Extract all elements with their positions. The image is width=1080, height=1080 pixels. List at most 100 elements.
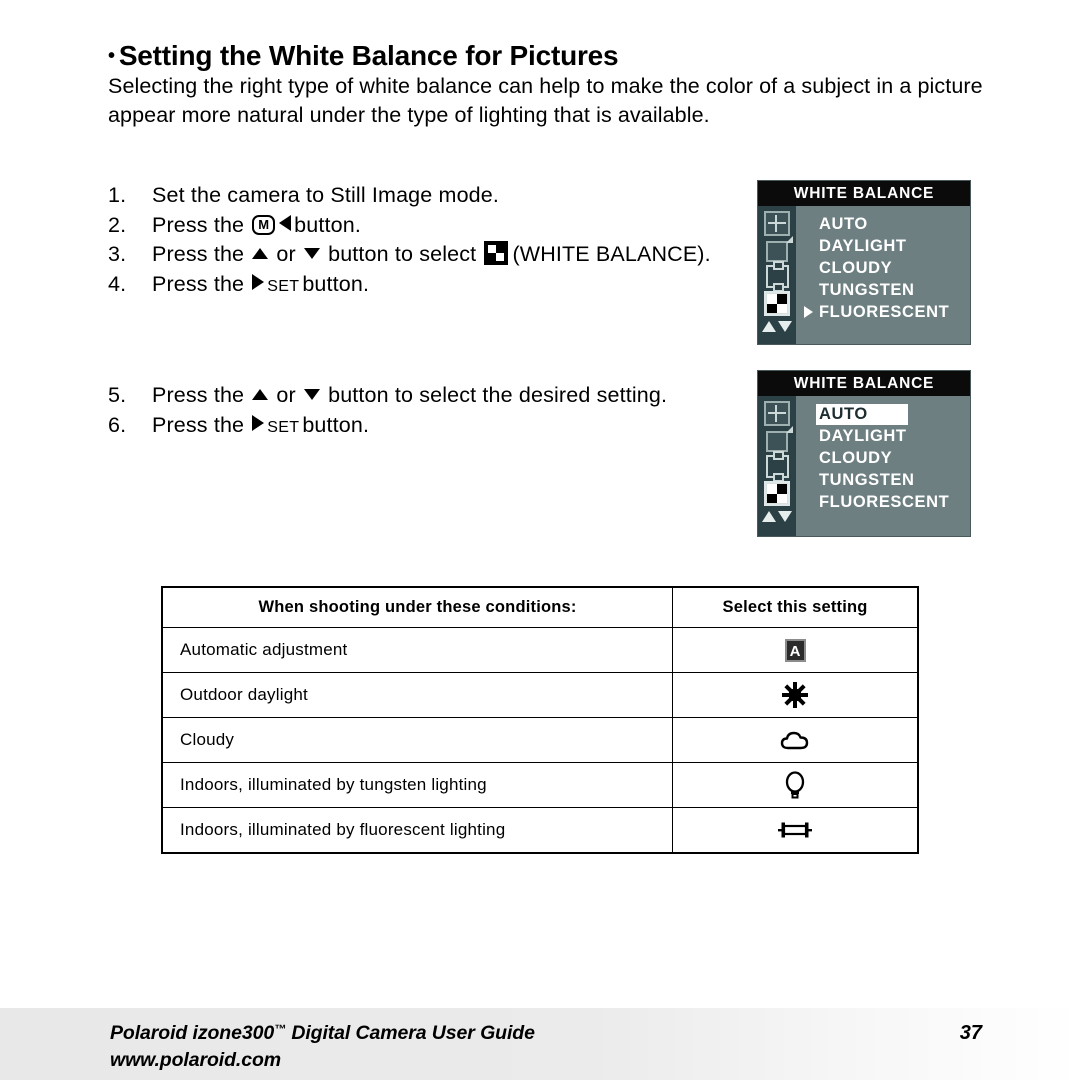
lcd-option-label: AUTO [816,403,908,425]
lcd-option-daylight[interactable]: DAYLIGHT [796,425,970,447]
lcd-option-auto[interactable]: AUTO [796,213,970,235]
table-row: Indoors, illuminated by fluorescent ligh… [161,807,919,854]
step-number: 6. [108,412,127,437]
footer-product-line: Polaroid izone300™ Digital Camera User G… [110,1022,535,1045]
step-item: 1. Set the camera to Still Image mode. [108,181,748,210]
step-number: 3. [108,242,127,266]
step-text: (WHITE BALANCE). [512,242,711,266]
lcd-option-label: DAYLIGHT [819,236,907,255]
lcd-body: AUTO DAYLIGHT CLOUDY TUNGSTEN FLUORESCENT [758,396,970,536]
document-page: • Setting the White Balance for Pictures … [0,0,1080,1080]
step-number: 5. [108,383,127,407]
lcd-option-label: CLOUDY [819,258,893,277]
white-balance-icon [764,481,790,506]
auto-a-icon: A [784,638,806,662]
quality-icon [766,236,793,262]
step-text: Set the camera to Still Image mode. [152,183,500,207]
step-text: or [270,242,302,266]
step-body: Set the camera to Still Image mode. [152,181,748,210]
lcd-option-label: AUTO [819,214,868,233]
page-title: • Setting the White Balance for Pictures [108,40,619,72]
lcd-option-daylight[interactable]: DAYLIGHT [796,235,970,257]
checker-glyph [767,294,787,313]
step-item: 4. Press the SET button. [108,270,748,302]
step-number: 4. [108,271,127,296]
lcd-option-tungsten[interactable]: TUNGSTEN [796,469,970,491]
table-cell-condition: Outdoor daylight [161,672,674,718]
arrow-right-icon [252,414,265,431]
step-text: Press the [152,383,251,407]
white-balance-icon [764,291,790,316]
lcd-body: AUTO DAYLIGHT CLOUDY TUNGSTEN FLUORESCENT [758,206,970,344]
lcd-option-cloudy[interactable]: CLOUDY [796,257,970,279]
scroll-indicator-icon [762,321,792,332]
white-balance-icon [484,241,509,265]
step-body: Press the or button to select the desire… [152,381,748,410]
table-cell-setting-icon [672,672,919,718]
lcd-option-label: DAYLIGHT [819,426,907,445]
cloud-icon [780,730,810,750]
step-item: 6. Press the SET button. [108,411,748,443]
lcd-option-fluorescent[interactable]: FLUORESCENT [796,491,970,513]
set-button-label: SET [267,418,300,436]
lcd-option-label: TUNGSTEN [819,280,915,299]
step-number: 1. [108,183,127,207]
step-text: or [270,383,302,407]
lcd-menu-rail [758,396,796,536]
step-body: Press the SET button. [152,270,748,302]
table-cell-condition: Cloudy [161,717,674,763]
step-text: button. [294,212,361,237]
steps-list-b: 5. Press the or button to select the desi… [108,381,748,443]
checker-glyph [767,484,787,503]
step-item: 2. Press the Mbutton. [108,211,748,240]
lcd-option-list: AUTO DAYLIGHT CLOUDY TUNGSTEN FLUORESCENT [796,206,970,344]
arrow-up-icon [252,389,269,400]
resolution-icon [764,401,790,426]
sun-core [789,689,802,701]
lcd-title: WHITE BALANCE [758,371,970,396]
lcd-option-list: AUTO DAYLIGHT CLOUDY TUNGSTEN FLUORESCENT [796,396,970,536]
lcd-option-tungsten[interactable]: TUNGSTEN [796,279,970,301]
lcd-option-label: FLUORESCENT [819,492,950,511]
table-row: Outdoor daylight [161,672,919,718]
footer-website[interactable]: www.polaroid.com [110,1049,281,1072]
scroll-down-icon [778,321,792,332]
bullet-glyph: • [108,45,115,67]
step-body: Press the or button to select (WHITE BAL… [152,240,748,269]
selection-cursor-slot [800,306,816,318]
step-text: button. [302,412,370,437]
scroll-up-icon [762,321,776,332]
lcd-menu-rail [758,206,796,344]
table-cell-setting-icon: A [672,627,919,673]
step-item: 5. Press the or button to select the desi… [108,381,748,410]
intro-paragraph: Selecting the right type of white balanc… [108,74,983,127]
table-cell-condition: Indoors, illuminated by tungsten lightin… [161,762,674,808]
set-button-label: SET [267,277,300,295]
step-body: Press the Mbutton. [152,211,748,240]
fluorescent-tube-icon [778,821,813,839]
scroll-up-icon [762,511,776,522]
step-number: 2. [108,212,127,237]
table-row: Cloudy [161,717,919,763]
step-text: Press the [152,271,251,296]
sun-icon [782,682,809,708]
lcd-option-auto[interactable]: AUTO [796,403,970,425]
lcd-option-cloudy[interactable]: CLOUDY [796,447,970,469]
quality-icon [766,426,793,452]
lcd-screen-1: WHITE BALANCE AUTO DAYLIGHT CLOUDY TUNGSTEN F… [757,180,971,345]
light-bulb-icon [784,771,806,799]
step-text: Press the [152,412,251,437]
footer-product-rest: Digital Camera User Guide [286,1022,535,1044]
table-header-row: When shooting under these conditions: Se… [161,586,919,628]
cursor-arrow-icon [803,306,813,318]
lcd-screen-2: WHITE BALANCE AUTO DAYLIGHT CLOUDY TUNGSTEN F… [757,370,971,537]
lcd-option-label: TUNGSTEN [819,470,915,489]
lcd-option-label: CLOUDY [819,448,893,467]
footer-product-name: Polaroid izone300 [110,1022,275,1044]
lcd-option-fluorescent[interactable]: FLUORESCENT [796,301,970,323]
scroll-indicator-icon [762,511,792,522]
arrow-up-icon [252,248,269,259]
step-text: button to select [321,242,483,266]
arrow-left-icon [279,214,292,231]
step-text: button. [302,271,370,296]
